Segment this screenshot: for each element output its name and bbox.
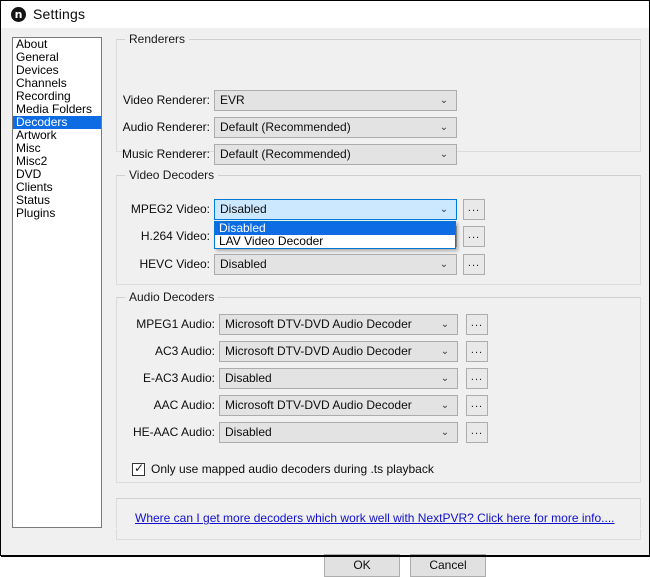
mapped-audio-decoders-label: Only use mapped audio decoders during .t… (151, 462, 434, 477)
combo-he-aac-audio[interactable]: Disabled ⌄ (219, 422, 458, 443)
combo-hevc-video[interactable]: Disabled ⌄ (214, 254, 457, 275)
label-mpeg1-audio: MPEG1 Audio: (136, 317, 215, 331)
cancel-button[interactable]: Cancel (410, 554, 486, 577)
window-title: Settings (33, 6, 85, 22)
combo-he-aac-audio-value: Disabled (225, 423, 272, 442)
combo-e-ac3-audio-value: Disabled (225, 369, 272, 388)
label-aac-audio: AAC Audio: (154, 398, 215, 412)
chevron-down-icon: ⌄ (438, 200, 450, 219)
combo-ac3-audio-value: Microsoft DTV-DVD Audio Decoder (225, 342, 412, 361)
browse-button-mpeg1-audio[interactable]: ... (466, 314, 488, 335)
chevron-down-icon: ⌄ (438, 145, 450, 164)
chevron-down-icon: ⌄ (439, 315, 451, 334)
browse-button-h264-video[interactable]: ... (463, 226, 485, 247)
settings-dialog: n Settings AboutGeneralDevicesChannelsRe… (0, 0, 650, 556)
settings-category-list[interactable]: AboutGeneralDevicesChannelsRecordingMedi… (12, 37, 102, 528)
mpeg2-video-dropdown-list[interactable]: DisabledLAV Video Decoder (214, 221, 456, 249)
info-link-group: Where can I get more decoders which work… (116, 498, 641, 540)
chevron-down-icon: ⌄ (439, 369, 451, 388)
combo-audio-renderer[interactable]: Default (Recommended) ⌄ (214, 117, 457, 138)
ok-button[interactable]: OK (324, 554, 400, 577)
nextpvr-logo-icon: n (11, 7, 26, 22)
combo-music-renderer[interactable]: Default (Recommended) ⌄ (214, 144, 457, 165)
renderers-group-title: Renderers (125, 32, 189, 46)
more-decoders-info-link[interactable]: Where can I get more decoders which work… (135, 511, 615, 525)
combo-mpeg1-audio[interactable]: Microsoft DTV-DVD Audio Decoder ⌄ (219, 314, 458, 335)
combo-aac-audio[interactable]: Microsoft DTV-DVD Audio Decoder ⌄ (219, 395, 458, 416)
chevron-down-icon: ⌄ (438, 118, 450, 137)
sidebar-item-plugins[interactable]: Plugins (13, 207, 101, 220)
combo-mpeg2-video-value: Disabled (220, 200, 267, 219)
combo-mpeg1-audio-value: Microsoft DTV-DVD Audio Decoder (225, 315, 412, 334)
title-bar: n Settings (1, 1, 649, 29)
combo-aac-audio-value: Microsoft DTV-DVD Audio Decoder (225, 396, 412, 415)
combo-video-renderer-value: EVR (220, 91, 245, 110)
combo-e-ac3-audio[interactable]: Disabled ⌄ (219, 368, 458, 389)
browse-button-hevc-video[interactable]: ... (463, 254, 485, 275)
chevron-down-icon: ⌄ (438, 255, 450, 274)
combo-video-renderer[interactable]: EVR ⌄ (214, 90, 457, 111)
browse-button-e-ac3-audio[interactable]: ... (466, 368, 488, 389)
check-icon: ✓ (134, 461, 144, 475)
chevron-down-icon: ⌄ (438, 91, 450, 110)
combo-ac3-audio[interactable]: Microsoft DTV-DVD Audio Decoder ⌄ (219, 341, 458, 362)
dialog-body: AboutGeneralDevicesChannelsRecordingMedi… (1, 28, 649, 556)
video-decoders-group-title: Video Decoders (125, 168, 218, 182)
dropdown-option-lav-video-decoder[interactable]: LAV Video Decoder (215, 235, 455, 248)
label-video-renderer: Video Renderer: (123, 93, 210, 107)
browse-button-he-aac-audio[interactable]: ... (466, 422, 488, 443)
chevron-down-icon: ⌄ (439, 396, 451, 415)
label-hevc-video: HEVC Video: (140, 257, 210, 271)
browse-button-mpeg2-video[interactable]: ... (463, 199, 485, 220)
label-e-ac3-audio: E-AC3 Audio: (143, 371, 215, 385)
browse-button-ac3-audio[interactable]: ... (466, 341, 488, 362)
combo-hevc-video-value: Disabled (220, 255, 267, 274)
label-h264-video: H.264 Video: (141, 229, 210, 243)
chevron-down-icon: ⌄ (439, 342, 451, 361)
footer-separator (1, 528, 649, 529)
label-ac3-audio: AC3 Audio: (155, 344, 215, 358)
combo-audio-renderer-value: Default (Recommended) (220, 118, 351, 137)
label-he-aac-audio: HE-AAC Audio: (133, 425, 215, 439)
audio-decoders-group-title: Audio Decoders (125, 290, 218, 304)
mapped-audio-decoders-checkbox[interactable]: ✓ (132, 463, 145, 476)
chevron-down-icon: ⌄ (439, 423, 451, 442)
combo-mpeg2-video[interactable]: Disabled ⌄ (214, 199, 457, 220)
browse-button-aac-audio[interactable]: ... (466, 395, 488, 416)
label-music-renderer: Music Renderer: (122, 147, 210, 161)
label-mpeg2-video: MPEG2 Video: (131, 202, 210, 216)
window-bottom-edge (1, 555, 650, 557)
label-audio-renderer: Audio Renderer: (123, 120, 210, 134)
combo-music-renderer-value: Default (Recommended) (220, 145, 351, 164)
